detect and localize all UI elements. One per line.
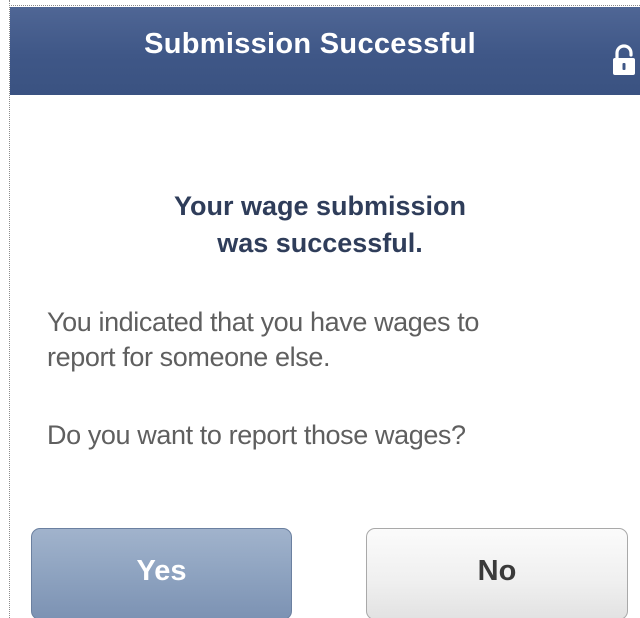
success-heading-line-1: Your wage submission xyxy=(173,191,467,221)
dialog-window: Submission Successful Your wage submissi… xyxy=(0,0,640,618)
lock-icon[interactable] xyxy=(610,44,638,76)
dialog-title: Submission Successful xyxy=(144,28,476,60)
no-button[interactable]: No xyxy=(366,528,628,618)
info-text-line-1: You indicated that you have wages to xyxy=(47,307,479,337)
yes-button[interactable]: Yes xyxy=(31,528,292,618)
top-border xyxy=(9,5,640,6)
info-text-line-2: report for someone else. xyxy=(47,342,331,372)
question-text: Do you want to report those wages? xyxy=(47,420,466,450)
success-heading: Your wage submission was successful. xyxy=(0,188,640,262)
info-text: You indicated that you have wages to rep… xyxy=(47,305,607,375)
success-heading-line-2: was successful. xyxy=(217,228,423,258)
